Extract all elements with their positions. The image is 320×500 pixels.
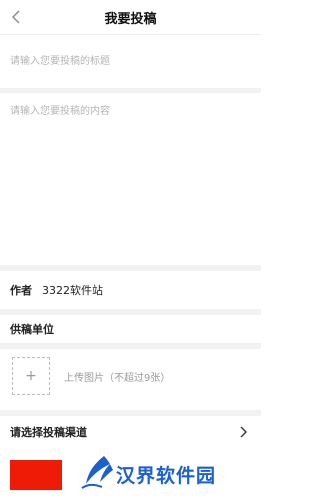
content-input[interactable] [0,93,261,265]
author-value: 3322软件站 [42,284,103,297]
supplier-label: 供稿单位 [10,323,54,336]
supplier-row[interactable]: 供稿单位 [0,315,261,343]
submit-button[interactable] [10,460,62,490]
channel-label: 请选择投稿渠道 [10,426,87,439]
divider [0,343,261,349]
author-row[interactable]: 作者 3322软件站 [0,271,261,309]
plus-icon: + [25,368,37,384]
author-label: 作者 [10,284,32,297]
title-input[interactable] [0,35,261,88]
nav-bar: 我要投稿 [0,0,261,35]
watermark-text: 汉界软件园 [116,465,217,487]
channel-select-row[interactable]: 请选择投稿渠道 [0,416,261,448]
watermark-logo-icon [81,456,113,489]
upload-image-button[interactable]: + [12,357,50,395]
upload-hint: 上传图片（不超过9张） [64,373,171,384]
chevron-right-icon [237,425,251,439]
page-title: 我要投稿 [104,12,157,27]
